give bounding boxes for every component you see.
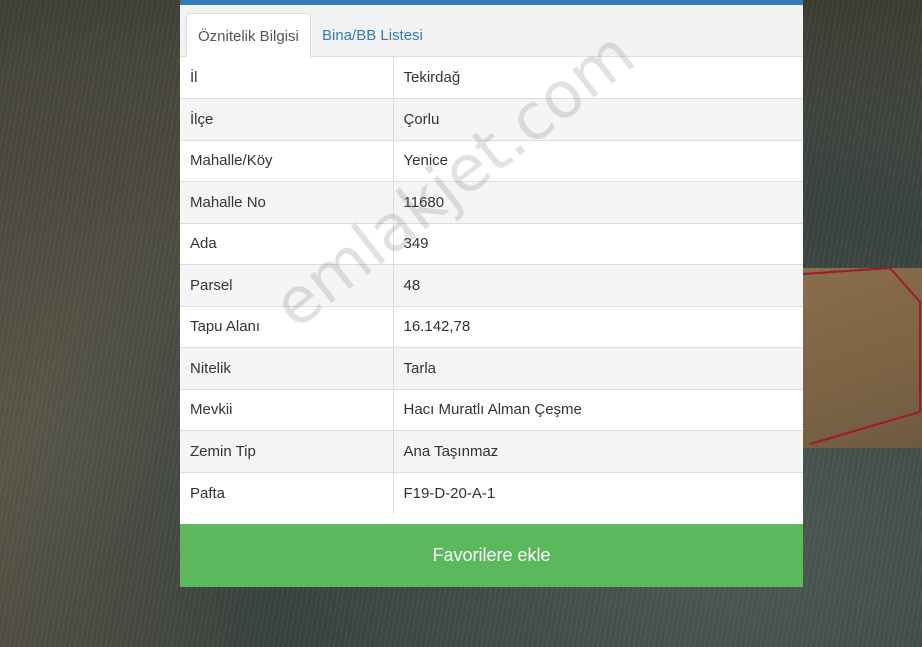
table-row: Mevkii Hacı Muratlı Alman Çeşme (180, 388, 803, 431)
table-row: Mahalle No 11680 (180, 181, 803, 223)
attribute-value: Çorlu (393, 98, 803, 140)
parcel-info-panel: Öznitelik Bilgisi Bina/BB Listesi İl Tek… (180, 0, 803, 587)
attribute-value: Yenice (393, 139, 803, 182)
tab-attribute-info[interactable]: Öznitelik Bilgisi (186, 13, 311, 57)
table-row: Pafta F19-D-20-A-1 (180, 471, 803, 514)
attribute-key: Mahalle No (180, 181, 394, 223)
attribute-value: F19-D-20-A-1 (393, 471, 803, 514)
attribute-key: Mevkii (180, 388, 394, 431)
table-row: Nitelik Tarla (180, 347, 803, 389)
table-row: İlçe Çorlu (180, 98, 803, 140)
attribute-key: Mahalle/Köy (180, 139, 394, 182)
attribute-key: İl (180, 57, 394, 99)
tab-building-list[interactable]: Bina/BB Listesi (311, 13, 434, 56)
table-row: Ada 349 (180, 222, 803, 265)
attribute-key: Ada (180, 222, 394, 265)
attribute-value: 16.142,78 (393, 305, 803, 348)
table-row: Tapu Alanı 16.142,78 (180, 305, 803, 348)
attribute-value: 48 (393, 264, 803, 306)
attribute-table: İl Tekirdağ İlçe Çorlu Mahalle/Köy Yenic… (180, 57, 803, 514)
table-row: İl Tekirdağ (180, 57, 803, 99)
attribute-key: Nitelik (180, 347, 394, 389)
attribute-key: İlçe (180, 98, 394, 140)
attribute-value: 349 (393, 222, 803, 265)
attribute-value: Hacı Muratlı Alman Çeşme (393, 388, 803, 431)
map-field-patch (803, 268, 922, 448)
attribute-value: Tarla (393, 347, 803, 389)
table-row: Mahalle/Köy Yenice (180, 139, 803, 182)
table-row: Zemin Tip Ana Taşınmaz (180, 430, 803, 472)
attribute-key: Tapu Alanı (180, 305, 394, 348)
tab-bar: Öznitelik Bilgisi Bina/BB Listesi (180, 5, 803, 57)
add-to-favorites-button[interactable]: Favorilere ekle (180, 524, 803, 587)
attribute-value: Ana Taşınmaz (393, 430, 803, 472)
attribute-key: Zemin Tip (180, 430, 394, 472)
attribute-value: 11680 (393, 181, 803, 223)
table-row: Parsel 48 (180, 264, 803, 306)
attribute-key: Parsel (180, 264, 394, 306)
attribute-key: Pafta (180, 471, 394, 514)
attribute-value: Tekirdağ (393, 57, 803, 99)
